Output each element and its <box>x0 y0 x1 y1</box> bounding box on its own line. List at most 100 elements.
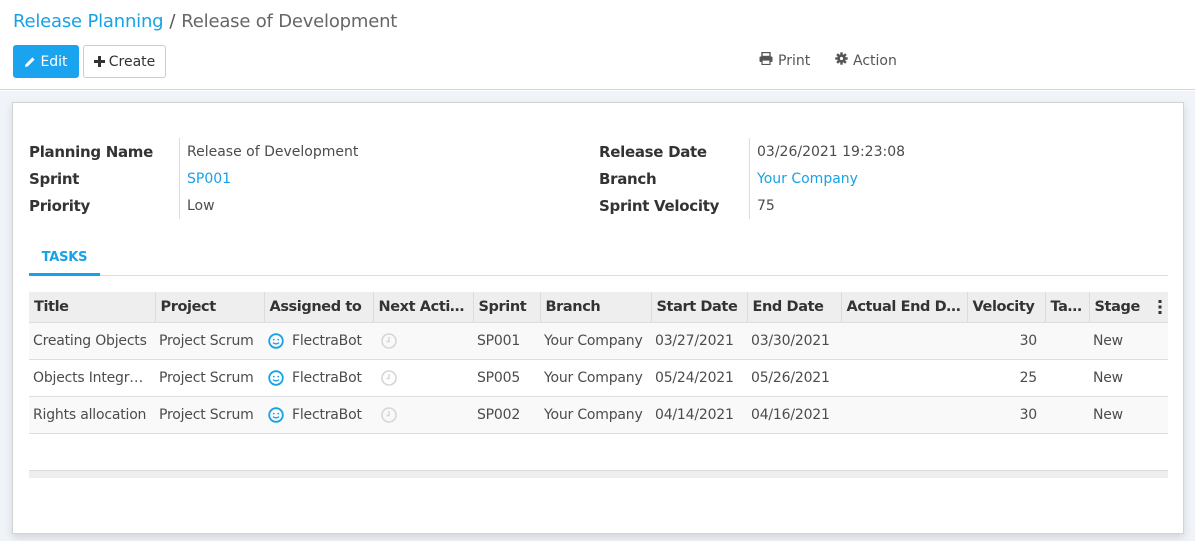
cell-start-date: 05/24/2021 <box>651 359 747 397</box>
cell-tags <box>1045 322 1089 360</box>
cell-title: Objects Integra… <box>29 359 155 397</box>
column-header-start-date[interactable]: Start Date <box>651 292 748 323</box>
cell-branch: Your Company <box>540 322 651 360</box>
tab-tasks[interactable]: TASKS <box>29 243 100 276</box>
field-release-date: Release Date 03/26/2021 19:23:08 <box>599 138 905 165</box>
print-icon <box>759 51 773 69</box>
cell-start-date: 04/14/2021 <box>651 396 747 434</box>
cell-project: Project Scrum <box>155 359 264 397</box>
cell-end-date: 04/16/2021 <box>747 396 841 434</box>
sprint-link[interactable]: SP001 <box>179 171 231 187</box>
cell-stage: New <box>1089 359 1168 397</box>
field-priority: Priority Low <box>29 192 358 219</box>
field-value: 03/26/2021 19:23:08 <box>757 143 906 160</box>
field-label: Priority <box>29 196 90 215</box>
field-value: Low <box>187 197 215 214</box>
print-label: Print <box>778 52 811 69</box>
column-header-title[interactable]: Title <box>29 292 156 323</box>
field-value: 75 <box>757 197 775 214</box>
cell-branch: Your Company <box>540 396 651 434</box>
cell-velocity: 30 <box>967 322 1045 360</box>
column-header-project[interactable]: Project <box>155 292 265 323</box>
avatar-smiley-icon <box>268 406 284 423</box>
table-row[interactable]: Objects Integra… Project Scrum FlectraBo… <box>29 359 1168 397</box>
optional-columns-toggle-icon[interactable] <box>1158 300 1162 318</box>
cell-assigned-to: FlectraBot <box>264 359 373 397</box>
field-group-left: Planning Name Release of Development Spr… <box>29 138 358 219</box>
cell-tags <box>1045 396 1089 434</box>
cell-stage: New <box>1089 396 1168 434</box>
create-label: Create <box>108 53 156 70</box>
cell-actual-end-date <box>841 322 967 360</box>
cell-actual-end-date <box>841 359 967 397</box>
field-label: Sprint <box>29 169 80 188</box>
edit-button[interactable]: Edit <box>13 45 79 78</box>
table-footer <box>29 470 1168 478</box>
breadcrumb: Release Planning / Release of Development <box>13 11 397 32</box>
form-sheet: Planning Name Release of Development Spr… <box>12 102 1184 534</box>
edit-label: Edit <box>40 53 68 70</box>
breadcrumb-separator: / <box>169 11 176 32</box>
column-header-next-activity[interactable]: Next Activity <box>373 292 474 323</box>
action-label: Action <box>853 52 897 69</box>
cell-end-date: 03/30/2021 <box>747 322 841 360</box>
field-label: Branch <box>599 169 657 188</box>
field-label: Sprint Velocity <box>599 196 720 215</box>
action-dropdown[interactable]: Action <box>835 52 897 69</box>
column-header-end-date[interactable]: End Date <box>747 292 842 323</box>
cell-title: Creating Objects <box>29 322 155 360</box>
field-sprint-velocity: Sprint Velocity 75 <box>599 192 905 219</box>
create-button[interactable]: Create <box>83 45 166 78</box>
notebook-tabs: TASKS <box>29 243 1168 276</box>
column-header-assigned-to[interactable]: Assigned to <box>264 292 374 323</box>
column-header-stage-label: Stage <box>1094 298 1141 315</box>
field-divider <box>179 138 180 219</box>
pencil-icon <box>24 56 36 68</box>
avatar-smiley-icon <box>268 369 284 386</box>
field-planning-name: Planning Name Release of Development <box>29 138 358 165</box>
field-sprint: Sprint SP001 <box>29 165 358 192</box>
cell-next-activity <box>373 359 473 397</box>
column-header-tags[interactable]: Tags <box>1045 292 1090 323</box>
cell-assigned-to: FlectraBot <box>264 322 373 360</box>
cell-tags <box>1045 359 1089 397</box>
field-label: Release Date <box>599 142 707 161</box>
field-group-right: Release Date 03/26/2021 19:23:08 Branch … <box>599 138 905 219</box>
cell-velocity: 25 <box>967 359 1045 397</box>
column-header-sprint[interactable]: Sprint <box>473 292 541 323</box>
tasks-table: Title Project Assigned to Next Activity … <box>29 292 1168 434</box>
assignee-name: FlectraBot <box>292 369 362 386</box>
cell-end-date: 05/26/2021 <box>747 359 841 397</box>
breadcrumb-parent-link[interactable]: Release Planning <box>13 11 164 32</box>
cell-title: Rights allocation <box>29 396 155 434</box>
cell-next-activity <box>373 322 473 360</box>
cell-branch: Your Company <box>540 359 651 397</box>
table-row[interactable]: Rights allocation Project Scrum FlectraB… <box>29 396 1168 434</box>
control-panel: Release Planning / Release of Development … <box>0 0 1195 90</box>
table-row[interactable]: Creating Objects Project Scrum FlectraBo… <box>29 322 1168 360</box>
cell-stage: New <box>1089 322 1168 360</box>
plus-icon <box>93 56 105 67</box>
field-branch: Branch Your Company <box>599 165 905 192</box>
clock-icon[interactable] <box>381 332 397 349</box>
avatar-smiley-icon <box>268 332 284 349</box>
cell-assigned-to: FlectraBot <box>264 396 373 434</box>
print-dropdown[interactable]: Print <box>759 51 811 69</box>
column-header-velocity[interactable]: Velocity <box>967 292 1046 323</box>
column-header-actual-end-date[interactable]: Actual End Dat… <box>841 292 968 323</box>
field-value: Release of Development <box>187 143 359 160</box>
cell-actual-end-date <box>841 396 967 434</box>
clock-icon[interactable] <box>381 369 397 386</box>
cell-sprint: SP002 <box>473 396 540 434</box>
cell-project: Project Scrum <box>155 322 264 360</box>
gear-icon <box>835 52 848 69</box>
assignee-name: FlectraBot <box>292 406 362 423</box>
clock-icon[interactable] <box>381 406 397 423</box>
cell-next-activity <box>373 396 473 434</box>
assignee-name: FlectraBot <box>292 332 362 349</box>
field-label: Planning Name <box>29 142 153 161</box>
cell-sprint: SP001 <box>473 322 540 360</box>
column-header-stage[interactable]: Stage <box>1089 292 1168 323</box>
branch-link[interactable]: Your Company <box>749 171 858 187</box>
column-header-branch[interactable]: Branch <box>540 292 652 323</box>
